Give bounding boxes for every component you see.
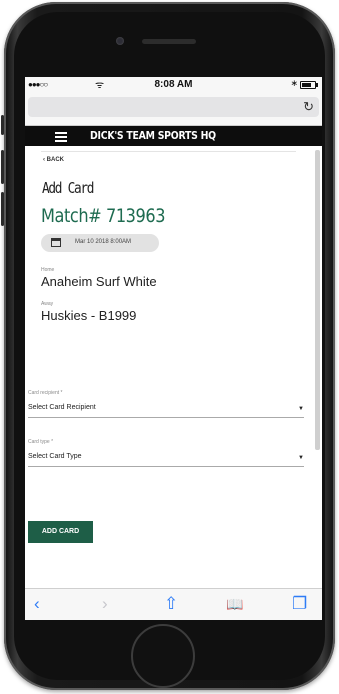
away-label: Away [41,301,54,307]
home-label: Home [41,267,55,273]
match-date-badge: Mar 10 2018 8:00AM [41,234,159,252]
card-type-value: Select Card Type [28,453,82,460]
front-camera [116,37,124,45]
scrollbar[interactable] [315,150,320,450]
page-title: Add Card [42,179,94,197]
brand-logo[interactable]: DICK'S TEAM SPORTS HQ [90,129,216,142]
battery-icon [300,81,318,89]
volume-up-button [1,150,4,184]
calendar-icon [51,238,61,247]
chevron-down-icon: ▼ [298,406,304,412]
mute-switch [1,115,4,135]
chevron-down-icon: ▼ [298,455,304,461]
match-date: Mar 10 2018 8:00AM [75,239,132,245]
back-icon[interactable]: ‹ [34,594,40,614]
status-bar: ●●●○○ ᯤ 8:08 AM ∗ [25,77,322,92]
forward-icon[interactable]: › [102,594,108,614]
bookmarks-icon[interactable]: 📖 [226,596,243,613]
card-recipient-value: Select Card Recipient [28,404,96,411]
away-team: Huskies - B1999 [41,308,137,323]
phone-screen: ●●●○○ ᯤ 8:08 AM ∗ ↻ DICK'S TEAM SPORTS H… [25,77,322,620]
card-type-label: Card type * [28,439,54,445]
browser-bar: ↻ [25,92,322,126]
home-button[interactable] [131,624,195,688]
browser-toolbar: ‹ › ⇧ 📖 ❐ [25,588,322,620]
site-header: DICK'S TEAM SPORTS HQ [25,126,322,146]
earpiece-speaker [142,39,196,44]
menu-icon[interactable] [55,132,67,144]
add-card-button[interactable]: ADD CARD [28,521,93,543]
reload-icon[interactable]: ↻ [303,99,314,115]
card-recipient-select[interactable]: Select Card Recipient ▼ [28,401,304,418]
share-icon[interactable]: ⇧ [164,594,178,614]
back-link[interactable]: ‹ BACK [43,157,64,163]
status-time: 8:08 AM [154,79,193,90]
divider [41,151,296,152]
card-type-select[interactable]: Select Card Type ▼ [28,450,304,467]
tabs-icon[interactable]: ❐ [292,594,307,614]
home-team: Anaheim Surf White [41,274,157,289]
card-recipient-label: Card recipient * [28,390,63,396]
match-number: Match# 713963 [41,205,166,227]
url-field[interactable]: ↻ [28,97,319,117]
volume-down-button [1,192,4,226]
bluetooth-icon: ∗ [290,78,298,88]
